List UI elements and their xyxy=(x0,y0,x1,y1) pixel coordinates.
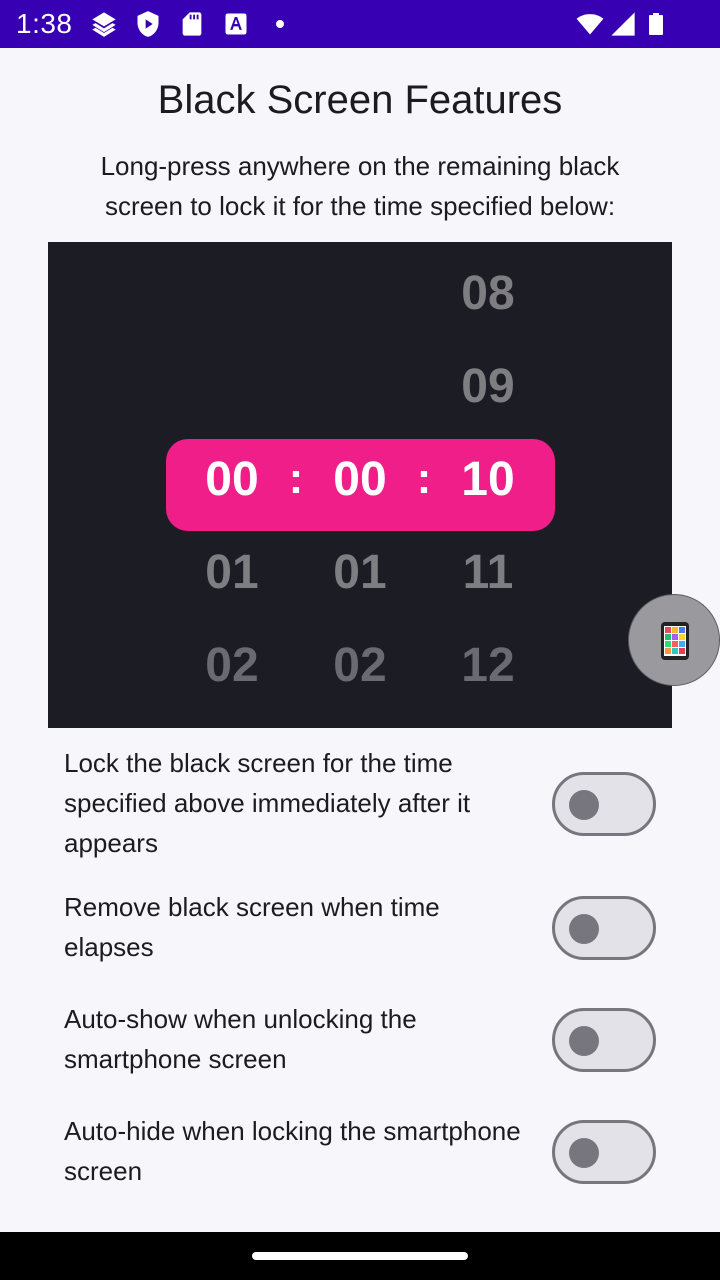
auto-hide-toggle[interactable] xyxy=(552,1120,656,1184)
setting-label: Auto-show when unlocking the smartphone … xyxy=(64,1004,417,1074)
setting-label: Remove black screen when time elapses xyxy=(64,892,440,962)
status-bar: 1:38 xyxy=(0,0,720,48)
page-title: Black Screen Features xyxy=(157,78,563,122)
home-gesture-handle[interactable] xyxy=(252,1252,468,1260)
setting-label: Auto-hide when locking the smartphone sc… xyxy=(64,1116,521,1186)
toggle-knob xyxy=(569,1026,599,1056)
layers-icon xyxy=(92,12,116,37)
sd-card-icon xyxy=(182,12,202,36)
status-time: 1:38 xyxy=(16,8,73,39)
seconds-selected[interactable]: 10 xyxy=(438,452,538,507)
time-picker[interactable]: 08 09 00 : 00 : 10 01 01 11 02 02 12 xyxy=(48,242,672,728)
toggle-knob xyxy=(569,790,599,820)
navigation-bar xyxy=(0,1232,720,1280)
shield-play-icon xyxy=(137,11,159,37)
battery-icon xyxy=(649,13,663,35)
notification-dot-icon xyxy=(276,20,284,28)
seconds-option[interactable]: 12 xyxy=(438,638,538,693)
signal-icon xyxy=(611,12,635,36)
toggle-knob xyxy=(569,1138,599,1168)
remove-when-elapsed-toggle[interactable] xyxy=(552,896,656,960)
auto-show-toggle[interactable] xyxy=(552,1008,656,1072)
floating-shortcut-button[interactable] xyxy=(628,594,720,686)
toggle-knob xyxy=(569,914,599,944)
seconds-option[interactable]: 08 xyxy=(438,266,538,321)
color-palette-phone-icon xyxy=(661,622,689,660)
minutes-option[interactable]: 02 xyxy=(310,638,410,693)
seconds-option[interactable]: 09 xyxy=(438,359,538,414)
hours-selected[interactable]: 00 xyxy=(182,452,282,507)
seconds-option[interactable]: 11 xyxy=(438,545,538,600)
hours-option[interactable]: 02 xyxy=(182,638,282,693)
page-description: Long-press anywhere on the remaining bla… xyxy=(100,151,620,221)
lock-immediately-toggle[interactable] xyxy=(552,772,656,836)
minutes-selected[interactable]: 00 xyxy=(310,452,410,507)
setting-label: Lock the black screen for the time speci… xyxy=(64,748,471,858)
minutes-option[interactable]: 01 xyxy=(310,545,410,600)
wifi-icon xyxy=(576,14,604,35)
font-a-icon xyxy=(225,13,247,35)
hours-option[interactable]: 01 xyxy=(182,545,282,600)
